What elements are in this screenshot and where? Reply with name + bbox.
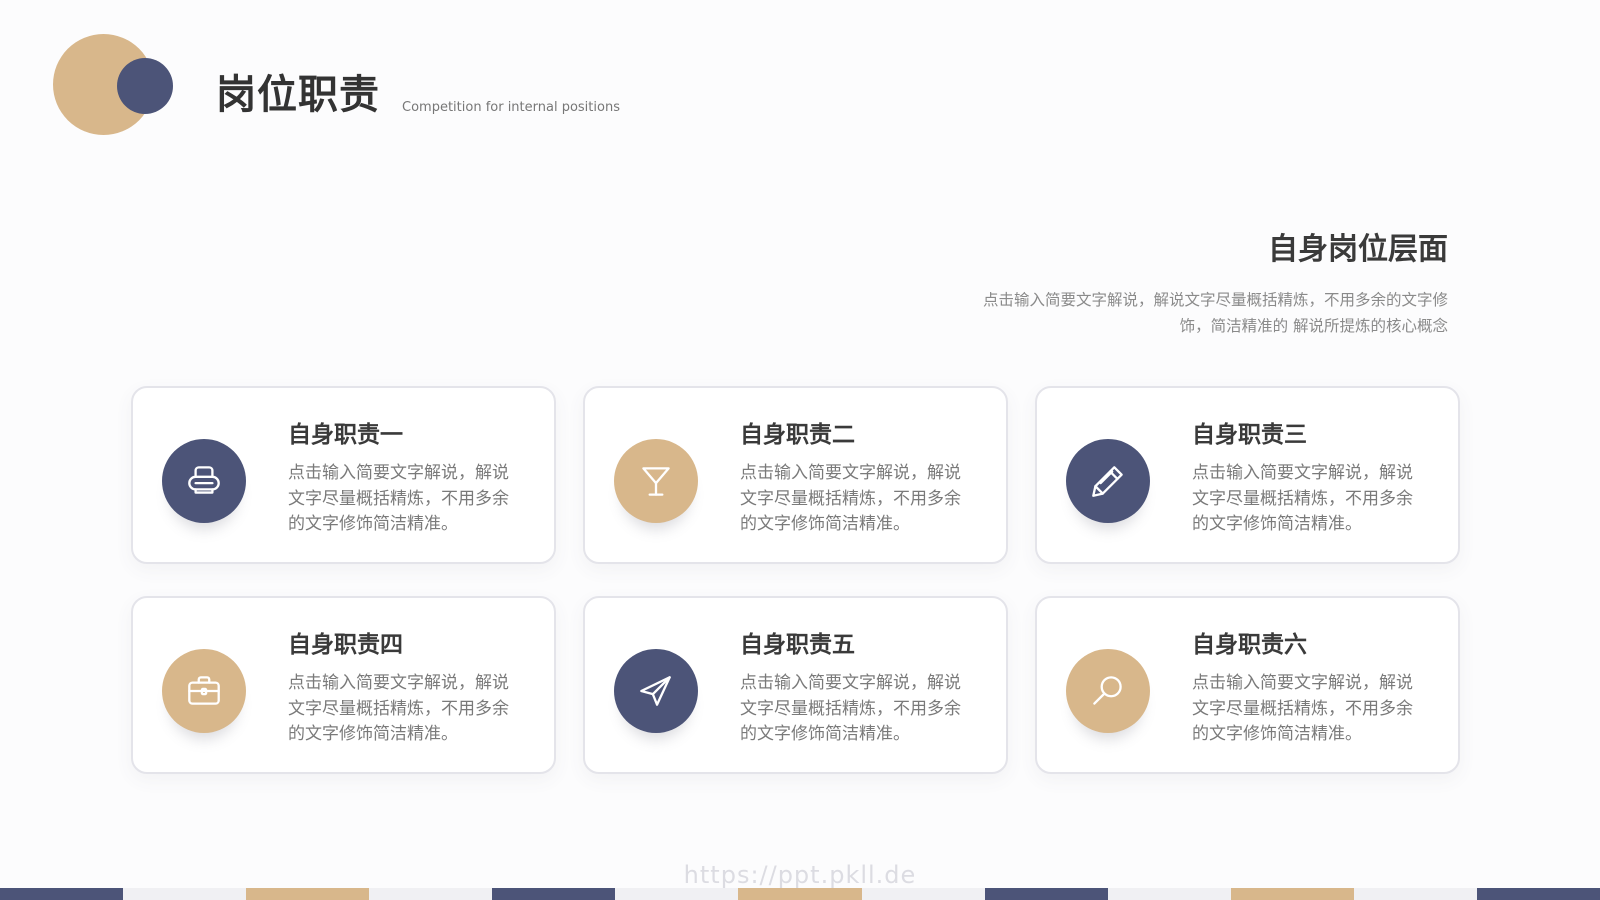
logo-circle-small (117, 58, 173, 114)
duty-card-4: 自身职责四 点击输入简要文字解说，解说文字尽量概括精炼，不用多余的文字修饰简洁精… (131, 596, 556, 774)
bottom-stripe (0, 888, 1600, 900)
card-description: 点击输入简要文字解说，解说文字尽量概括精炼，不用多余的文字修饰简洁精准。 (740, 463, 961, 534)
stripe-segment (1230, 888, 1354, 900)
card-description: 点击输入简要文字解说，解说文字尽量概括精炼，不用多余的文字修饰简洁精准。 (1192, 463, 1413, 534)
stripe-segment (369, 888, 493, 900)
card-title: 自身职责五 (740, 632, 855, 658)
section-title: 自身岗位层面 (1268, 232, 1448, 267)
card-description: 点击输入简要文字解说，解说文字尽量概括精炼，不用多余的文字修饰简洁精准。 (740, 673, 961, 744)
card-description: 点击输入简要文字解说，解说文字尽量概括精炼，不用多余的文字修饰简洁精准。 (288, 673, 509, 744)
duty-card-2: 自身职责二 点击输入简要文字解说，解说文字尽量概括精炼，不用多余的文字修饰简洁精… (583, 386, 1008, 564)
stripe-segment (1353, 888, 1477, 900)
stripe-segment (246, 888, 370, 900)
card-title: 自身职责二 (740, 422, 855, 448)
stripe-segment (1476, 888, 1600, 900)
duty-card-5: 自身职责五 点击输入简要文字解说，解说文字尽量概括精炼，不用多余的文字修饰简洁精… (583, 596, 1008, 774)
page-title: 岗位职责 (216, 72, 380, 118)
stripe-segment (492, 888, 616, 900)
section-description: 点击输入简要文字解说，解说文字尽量概括精炼，不用多余的文字修饰，简洁精准的 解说… (982, 291, 1448, 335)
card-title: 自身职责一 (288, 422, 403, 448)
card-description: 点击输入简要文字解说，解说文字尽量概括精炼，不用多余的文字修饰简洁精准。 (288, 463, 509, 534)
card-title: 自身职责四 (288, 632, 403, 658)
duty-card-6: 自身职责六 点击输入简要文字解说，解说文字尽量概括精炼，不用多余的文字修饰简洁精… (1035, 596, 1460, 774)
printer-icon (162, 439, 246, 523)
stripe-segment (123, 888, 247, 900)
stripe-segment (0, 888, 124, 900)
pencil-icon (1066, 439, 1150, 523)
duty-card-3: 自身职责三 点击输入简要文字解说，解说文字尽量概括精炼，不用多余的文字修饰简洁精… (1035, 386, 1460, 564)
paper-plane-icon (614, 649, 698, 733)
cocktail-glass-icon (614, 439, 698, 523)
stripe-segment (615, 888, 739, 900)
card-title: 自身职责三 (1192, 422, 1307, 448)
duty-card-1: 自身职责一 点击输入简要文字解说，解说文字尽量概括精炼，不用多余的文字修饰简洁精… (131, 386, 556, 564)
magnifier-icon (1066, 649, 1150, 733)
briefcase-icon (162, 649, 246, 733)
card-title: 自身职责六 (1192, 632, 1307, 658)
card-description: 点击输入简要文字解说，解说文字尽量概括精炼，不用多余的文字修饰简洁精准。 (1192, 673, 1413, 744)
page-subtitle: Competition for internal positions (402, 100, 620, 115)
watermark: https://ppt.pkll.de (683, 861, 917, 889)
stripe-segment (984, 888, 1108, 900)
stripe-segment (738, 888, 862, 900)
stripe-segment (1107, 888, 1231, 900)
stripe-segment (861, 888, 985, 900)
